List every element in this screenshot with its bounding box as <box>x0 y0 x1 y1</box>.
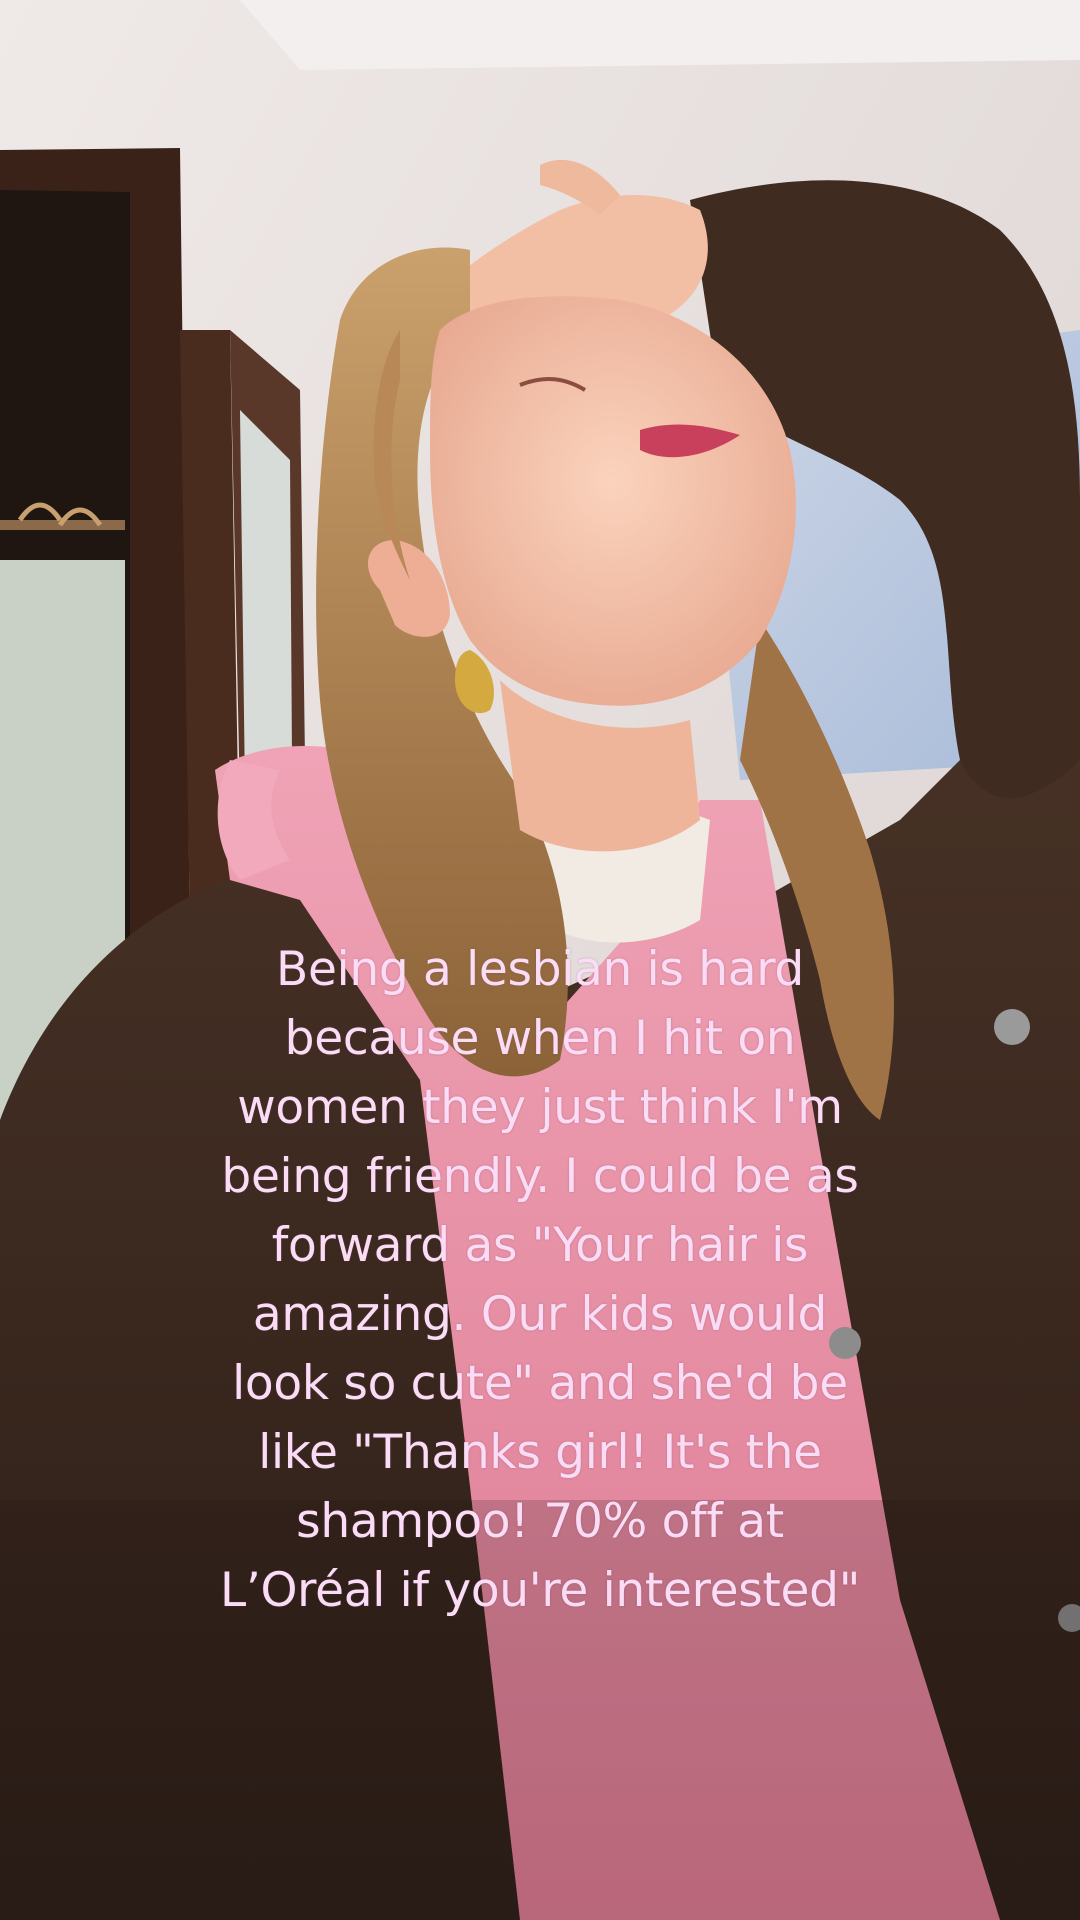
caption-line: shampoo! 70% off at <box>296 1494 784 1549</box>
caption-line: Being a lesbian is hard <box>276 942 804 997</box>
caption-line: women they just think I'm <box>237 1080 843 1135</box>
caption-line: L’Oréal if you're interested" <box>219 1563 861 1618</box>
caption-line: look so cute" and she'd be <box>232 1356 848 1411</box>
caption-line: being friendly. I could be as <box>221 1149 859 1204</box>
caption-line: amazing. Our kids would <box>252 1287 828 1342</box>
caption-text: Being a lesbian is hard because when I h… <box>160 935 920 1625</box>
caption-line: like "Thanks girl! It's the <box>258 1425 822 1480</box>
caption-line: because when I hit on <box>284 1011 796 1066</box>
video-frame: Being a lesbian is hard because when I h… <box>0 0 1080 1920</box>
caption-line: forward as "Your hair is <box>271 1218 809 1273</box>
